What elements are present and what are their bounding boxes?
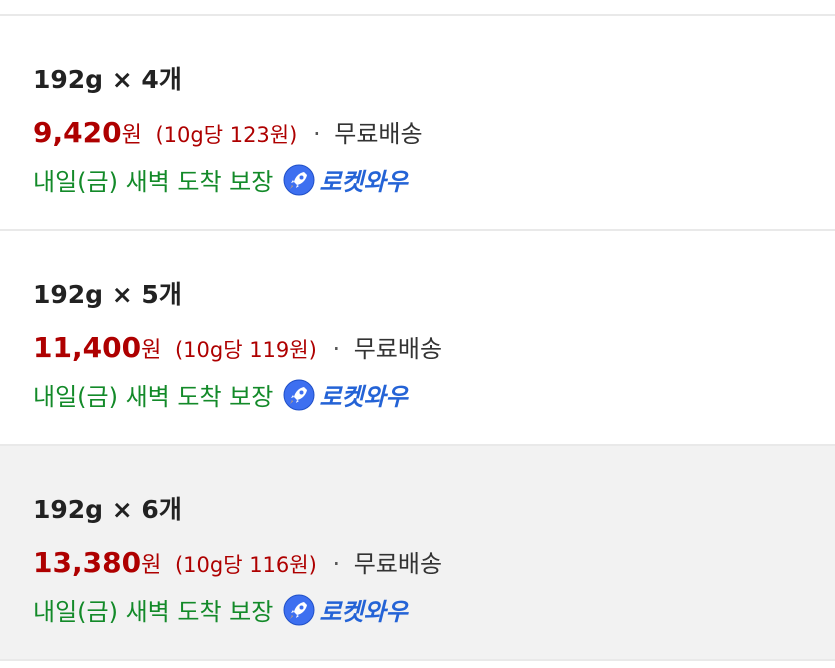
unit-price: (10g당 123원) (155, 123, 298, 147)
previous-option-edge (0, 0, 835, 16)
price-currency: 원 (141, 338, 162, 363)
price-currency: 원 (121, 123, 142, 148)
option-list: 192g × 4개 9,420원 (10g당 123원) · 무료배송 내일(금… (0, 0, 835, 668)
option-item-4-pack[interactable]: 192g × 4개 9,420원 (10g당 123원) · 무료배송 내일(금… (0, 16, 835, 231)
delivery-promise: 내일(금) 새벽 도착 보장 (33, 383, 274, 411)
delivery-line: 내일(금) 새벽 도착 보장 로켓와우 (33, 592, 408, 627)
free-shipping-label: 무료배송 (353, 550, 443, 578)
rocket-icon (283, 594, 315, 625)
delivery-line: 내일(금) 새벽 도착 보장 로켓와우 (33, 162, 408, 197)
unit-price: (10g당 119원) (174, 338, 317, 362)
free-shipping-label: 무료배송 (353, 335, 443, 363)
option-item-5-pack[interactable]: 192g × 5개 11,400원 (10g당 119원) · 무료배송 내일(… (0, 231, 835, 446)
unit-price: (10g당 116원) (174, 553, 317, 577)
rocket-wow-label: 로켓와우 (319, 383, 408, 411)
price-amount: 9,420 (33, 116, 122, 149)
price-line: 9,420원 (10g당 123원) · 무료배송 (33, 114, 423, 149)
option-item-6-pack[interactable]: 192g × 6개 13,380원 (10g당 116원) · 무료배송 내일(… (0, 446, 835, 661)
separator-dot: · (332, 335, 341, 363)
option-title: 192g × 5개 (33, 280, 182, 309)
rocket-wow-label: 로켓와우 (319, 168, 408, 196)
delivery-line: 내일(금) 새벽 도착 보장 로켓와우 (33, 377, 408, 412)
price-currency: 원 (141, 553, 162, 578)
separator-dot: · (312, 120, 321, 148)
separator-dot: · (332, 550, 341, 578)
option-title: 192g × 4개 (33, 65, 182, 94)
price-line: 11,400원 (10g당 119원) · 무료배송 (33, 329, 442, 364)
rocket-icon (283, 379, 315, 410)
price-amount: 13,380 (33, 546, 142, 579)
delivery-promise: 내일(금) 새벽 도착 보장 (33, 598, 274, 626)
free-shipping-label: 무료배송 (334, 120, 423, 148)
rocket-icon (283, 164, 315, 195)
option-title: 192g × 6개 (33, 495, 182, 524)
price-amount: 11,400 (33, 331, 142, 364)
price-line: 13,380원 (10g당 116원) · 무료배송 (33, 544, 442, 579)
rocket-wow-label: 로켓와우 (319, 598, 408, 626)
delivery-promise: 내일(금) 새벽 도착 보장 (33, 168, 274, 196)
